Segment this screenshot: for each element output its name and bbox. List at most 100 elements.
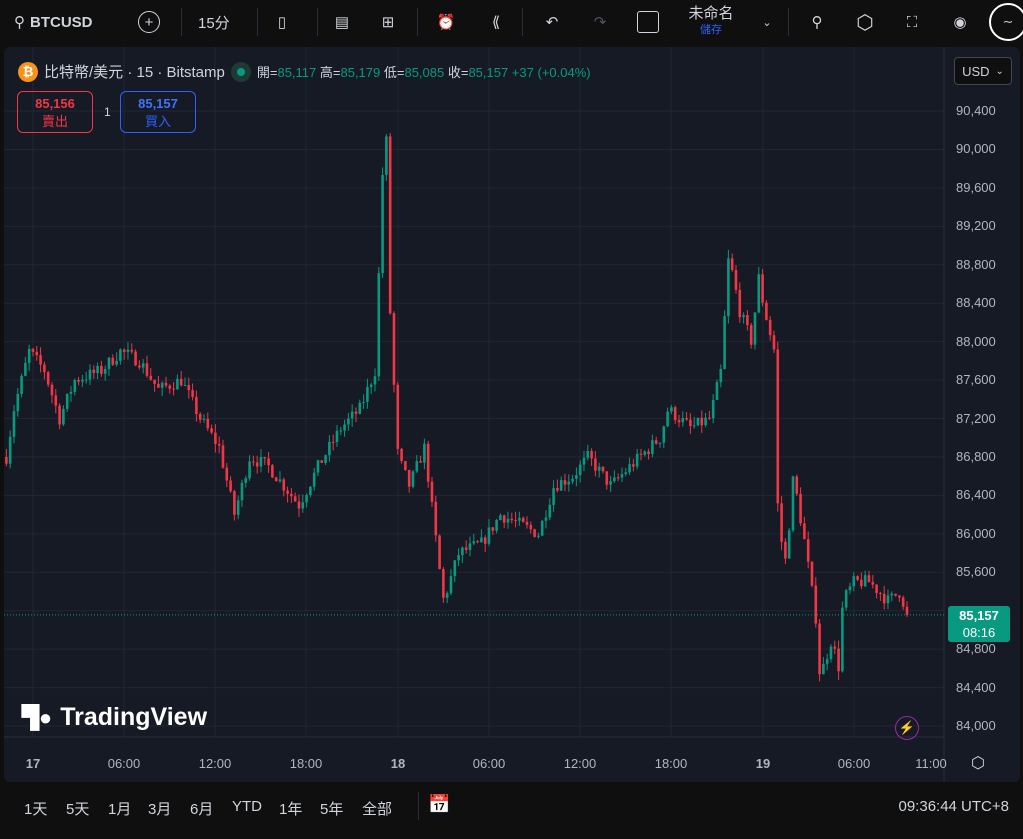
candle-body bbox=[715, 382, 719, 400]
candle-body bbox=[103, 368, 107, 374]
range-button[interactable]: 1年 bbox=[279, 798, 302, 819]
candle-body bbox=[799, 493, 802, 524]
candle-body bbox=[259, 457, 263, 467]
candle-body bbox=[662, 426, 666, 443]
chevron-down-icon[interactable]: ⌄ bbox=[760, 0, 774, 44]
candle-body bbox=[879, 592, 882, 594]
sell-button[interactable]: 85,156 賣出 bbox=[17, 91, 93, 133]
candle-body bbox=[8, 436, 12, 464]
price-tick-label: 88,800 bbox=[956, 256, 996, 272]
price-tick-label: 89,600 bbox=[956, 179, 996, 195]
rectangle-icon[interactable] bbox=[636, 0, 660, 44]
candle-body bbox=[639, 453, 643, 455]
settings-icon[interactable]: ⬡ bbox=[852, 0, 878, 44]
indicators-icon[interactable]: ▤ bbox=[330, 0, 354, 44]
candle-body bbox=[43, 364, 46, 373]
candle-body bbox=[328, 441, 331, 456]
candle-body bbox=[400, 448, 403, 461]
candle-body bbox=[525, 521, 529, 525]
chart-panel[interactable]: ₿ 比特幣/美元 · 15 · Bitstamp 開=85,117 高=85,1… bbox=[4, 47, 1020, 782]
candle-body bbox=[191, 390, 194, 397]
candle-body bbox=[335, 430, 339, 443]
candle-body bbox=[803, 523, 806, 540]
chevron-down-icon: ⌄ bbox=[995, 65, 1004, 77]
candle-body bbox=[784, 541, 787, 559]
range-button[interactable]: 1月 bbox=[108, 798, 131, 819]
range-button[interactable]: 3月 bbox=[148, 798, 171, 819]
price-tick-label: 85,600 bbox=[956, 564, 996, 580]
layout-name-button[interactable]: 未命名 儲存 bbox=[680, 0, 742, 44]
candle-body bbox=[312, 472, 316, 487]
alert-icon[interactable]: ⏰ bbox=[434, 0, 458, 44]
candle-body bbox=[628, 464, 631, 473]
candle-body bbox=[719, 368, 723, 383]
candle-body bbox=[852, 576, 856, 587]
candle-body bbox=[563, 480, 567, 485]
candle-body bbox=[829, 646, 833, 660]
candle-body bbox=[366, 386, 369, 402]
candlestick-chart[interactable] bbox=[4, 47, 1020, 782]
candle-body bbox=[12, 411, 16, 437]
symbol-search-button[interactable]: ⚲ BTCUSD bbox=[14, 0, 93, 44]
candle-body bbox=[544, 517, 548, 521]
fullscreen-icon[interactable]: ⛶ bbox=[900, 0, 924, 44]
camera-icon[interactable]: ◉ bbox=[946, 0, 974, 44]
candle-body bbox=[438, 535, 441, 570]
candle-body bbox=[377, 273, 381, 377]
candle-body bbox=[46, 372, 50, 385]
candle-body bbox=[271, 465, 274, 478]
candle-body bbox=[761, 274, 764, 303]
candle-body bbox=[556, 488, 559, 491]
lightning-icon[interactable]: ⚡ bbox=[895, 716, 919, 740]
candle-body bbox=[297, 501, 301, 509]
candle-body bbox=[225, 467, 229, 481]
candle-body bbox=[495, 519, 498, 531]
candle-body bbox=[472, 541, 476, 544]
candle-body bbox=[540, 520, 544, 536]
currency-select[interactable]: USD ⌄ bbox=[954, 57, 1012, 85]
candle-body bbox=[339, 430, 343, 432]
candles-icon[interactable]: ▯ bbox=[272, 0, 292, 44]
candle-body bbox=[50, 384, 54, 396]
range-button[interactable]: 1天 bbox=[24, 798, 47, 819]
candle-body bbox=[860, 579, 863, 587]
candle-body bbox=[905, 606, 909, 615]
candle-body bbox=[533, 529, 536, 537]
candle-body bbox=[765, 302, 768, 320]
candle-body bbox=[248, 461, 251, 479]
replay-icon[interactable]: ⟪ bbox=[484, 0, 508, 44]
add-symbol-button[interactable]: + bbox=[137, 0, 161, 44]
candle-body bbox=[696, 417, 700, 426]
quick-search-icon[interactable]: ⚲ bbox=[804, 0, 830, 44]
range-button[interactable]: 全部 bbox=[362, 798, 392, 819]
redo-icon[interactable]: ↷ bbox=[588, 0, 612, 44]
ohlc-values: 開=85,117 高=85,179 低=85,085 收=85,157 +37 … bbox=[256, 65, 591, 80]
divider bbox=[788, 8, 789, 36]
interval-button[interactable]: 15分 bbox=[198, 0, 230, 44]
range-button[interactable]: YTD bbox=[232, 798, 262, 815]
candle-body bbox=[434, 501, 438, 536]
candle-body bbox=[119, 349, 122, 361]
candle-body bbox=[601, 466, 605, 472]
candle-body bbox=[168, 385, 172, 389]
current-price-label: 85,157 08:16 bbox=[948, 606, 1010, 642]
buy-button[interactable]: 85,157 買入 bbox=[120, 91, 196, 133]
candle-body bbox=[518, 517, 521, 521]
candle-body bbox=[704, 417, 707, 426]
range-button[interactable]: 5年 bbox=[320, 798, 343, 819]
publish-button[interactable]: ∼ bbox=[988, 0, 1023, 44]
candle-body bbox=[491, 527, 495, 531]
tradingview-logo-icon: ▜● bbox=[22, 704, 53, 730]
candle-body bbox=[206, 418, 210, 429]
candle-body bbox=[69, 391, 73, 394]
layout-grid-icon[interactable]: ⊞ bbox=[376, 0, 400, 44]
range-button[interactable]: 5天 bbox=[66, 798, 89, 819]
range-button[interactable]: 6月 bbox=[190, 798, 213, 819]
go-to-date-icon[interactable]: 📅 bbox=[428, 794, 450, 815]
axis-settings-icon[interactable]: ⬡ bbox=[971, 753, 985, 773]
candle-body bbox=[172, 388, 175, 390]
candle-body bbox=[738, 289, 742, 318]
undo-icon[interactable]: ↶ bbox=[540, 0, 564, 44]
candle-body bbox=[290, 493, 293, 497]
rectangle-icon-shape bbox=[637, 11, 659, 33]
